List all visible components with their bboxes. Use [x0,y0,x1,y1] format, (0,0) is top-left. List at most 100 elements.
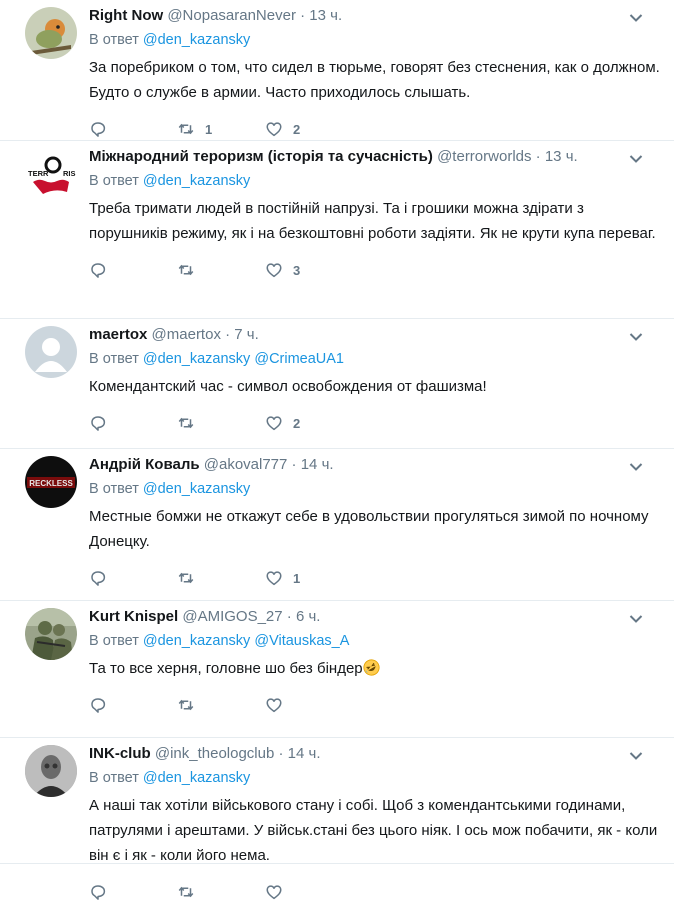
reply-button[interactable] [89,414,177,432]
tweet-header: Kurt Knispel @AMIGOS_27 · 6 ч. [89,607,664,627]
tweet-text-content: Комендантский час - символ освобождения … [89,378,487,395]
like-button[interactable] [265,883,353,901]
tweet[interactable]: RECKLESS Андрій Коваль @akoval777 · 14 ч… [0,449,674,601]
tweet-text: За поребриком о том, что сидел в тюрьме,… [89,55,664,105]
avatar[interactable] [25,745,77,797]
mention-link[interactable]: @den_kazansky [143,481,250,497]
tweet-time[interactable]: 14 ч. [301,456,334,473]
like-button-count: 2 [293,415,301,431]
reply-prefix: В ответ [89,633,139,649]
chevron-down-icon[interactable] [628,748,644,764]
tweet[interactable]: Kurt Knispel @AMIGOS_27 · 6 ч. В ответ @… [0,601,674,738]
display-name[interactable]: INK-club [89,745,151,762]
svg-text:RIS: RIS [63,169,76,178]
like-button[interactable]: 2 [265,414,353,432]
reply-context: В ответ @den_kazansky [89,30,664,50]
mention-link[interactable]: @Vitauskas_A [254,633,349,649]
separator-dot: · [225,326,231,343]
avatar[interactable]: TERR RIS [25,148,77,200]
avatar[interactable]: RECKLESS [25,456,77,508]
tweet-time[interactable]: 6 ч. [296,608,321,625]
tweet-text: А наші так хотіли військового стану і со… [89,793,664,868]
reply-icon [91,416,106,431]
chevron-down-icon[interactable] [628,151,644,167]
chevron-down-icon[interactable] [628,10,644,26]
tweet[interactable]: TERR RIS Міжнародний тероризм (історія та… [0,141,674,319]
tweet-time[interactable]: 13 ч. [309,7,342,24]
reckless-logo-icon: RECKLESS [25,456,77,508]
tweet-actions [89,687,664,723]
tweet-text-content: Местные бомжи не откажут себе в удовольс… [89,508,649,550]
tweet[interactable]: INK-club @ink_theologclub · 14 ч. В отве… [0,738,674,900]
avatar[interactable] [25,608,77,660]
retweet-button[interactable]: 1 [177,120,265,138]
separator-dot: · [278,745,284,762]
reply-button[interactable] [89,696,177,714]
reply-button[interactable] [89,261,177,279]
tweet-time[interactable]: 13 ч. [545,148,578,165]
retweet-button[interactable] [177,414,265,432]
tweet-actions: 2 [89,405,664,441]
display-name[interactable]: maertox [89,326,147,343]
reply-context: В ответ @den_kazansky [89,171,664,191]
chevron-down-icon[interactable] [628,329,644,345]
user-handle[interactable]: @maertox [152,326,221,343]
reply-context: В ответ @den_kazansky [89,479,664,499]
avatar[interactable] [25,326,77,378]
display-name[interactable]: Kurt Knispel [89,608,178,625]
reply-button[interactable] [89,120,177,138]
retweet-icon [178,123,194,135]
like-button[interactable] [265,696,353,714]
tweet-header: Міжнародний тероризм (історія та сучасні… [89,147,664,167]
user-handle[interactable]: @NopasaranNever [167,7,296,24]
tweet-header: Андрій Коваль @akoval777 · 14 ч. [89,455,664,475]
display-name[interactable]: Андрій Коваль [89,456,200,473]
mention-link[interactable]: @den_kazansky [143,770,250,786]
tweet-header: INK-club @ink_theologclub · 14 ч. [89,744,664,764]
retweet-button[interactable] [177,883,265,901]
chevron-down-icon[interactable] [628,459,644,475]
reply-prefix: В ответ [89,770,139,786]
tweet-text: Треба тримати людей в постійній напрузі.… [89,196,664,246]
tweet-text-content: А наші так хотіли військового стану і со… [89,797,658,864]
avatar[interactable] [25,7,77,59]
like-button-count: 3 [293,262,301,278]
user-handle[interactable]: @akoval777 [204,456,288,473]
separator-dot: · [300,7,306,24]
reply-icon [91,698,106,713]
tweet-text-content: За поребриком о том, что сидел в тюрьме,… [89,59,660,101]
retweet-button[interactable] [177,696,265,714]
reply-prefix: В ответ [89,32,139,48]
reply-button[interactable] [89,883,177,901]
heart-icon [266,698,282,713]
like-button[interactable]: 2 [265,120,353,138]
reply-button[interactable] [89,569,177,587]
like-button[interactable]: 1 [265,569,353,587]
mention-link[interactable]: @den_kazansky [143,351,250,367]
tweet-time[interactable]: 14 ч. [288,745,321,762]
tweet[interactable]: maertox @maertox · 7 ч. В ответ @den_kaz… [0,319,674,449]
reply-context: В ответ @den_kazansky [89,768,664,788]
tweet-actions [89,874,664,910]
user-handle[interactable]: @terrorworlds [437,148,531,165]
display-name[interactable]: Right Now [89,7,163,24]
display-name[interactable]: Міжнародний тероризм (історія та сучасні… [89,148,433,165]
mention-link[interactable]: @den_kazansky [143,32,250,48]
tweet[interactable]: Right Now @NopasaranNever · 13 ч. В отве… [0,0,674,141]
chevron-down-icon[interactable] [628,611,644,627]
retweet-button[interactable] [177,261,265,279]
svg-text:RECKLESS: RECKLESS [29,479,73,488]
mention-link[interactable]: @CrimeaUA1 [254,351,344,367]
user-handle[interactable]: @ink_theologclub [155,745,274,762]
avatar-logo-text: TERR [28,169,49,178]
user-handle[interactable]: @AMIGOS_27 [182,608,282,625]
tweet-text-content: Та то все херня, головне шо без біндер [89,660,363,677]
reply-icon [91,263,106,278]
retweet-button[interactable] [177,569,265,587]
like-button[interactable]: 3 [265,261,353,279]
retweet-icon [178,572,194,584]
mention-link[interactable]: @den_kazansky [143,633,250,649]
tweet-time[interactable]: 7 ч. [234,326,259,343]
mention-link[interactable]: @den_kazansky [143,173,250,189]
retweet-icon [178,417,194,429]
